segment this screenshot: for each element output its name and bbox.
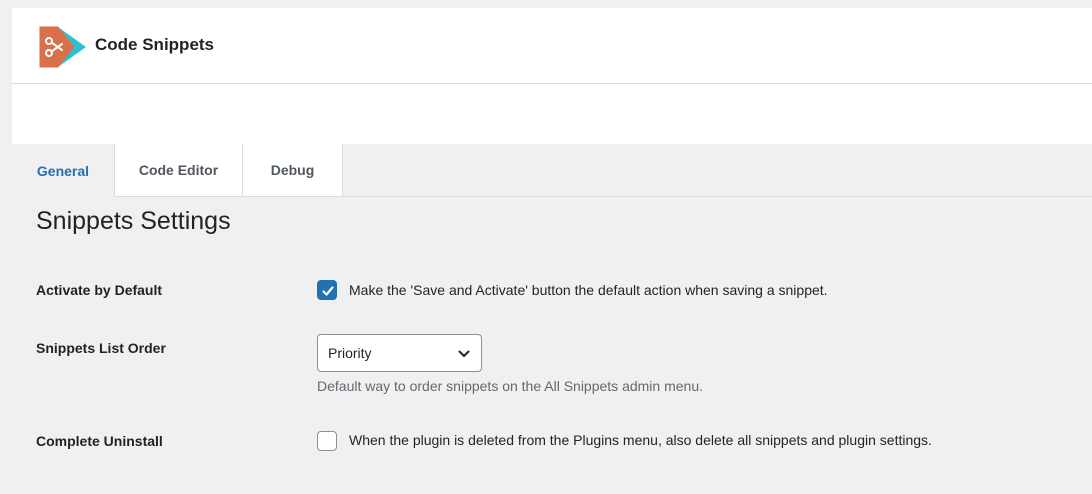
chevron-down-icon (458, 350, 470, 357)
select-value: Priority (328, 345, 372, 361)
activate-by-default-description: Make the 'Save and Activate' button the … (349, 282, 828, 298)
complete-uninstall-description: When the plugin is deleted from the Plug… (349, 432, 932, 448)
tab-debug[interactable]: Debug (243, 144, 343, 197)
scissors-logo-icon (39, 26, 86, 68)
snippets-list-order-select[interactable]: Priority (317, 334, 482, 372)
tab-code-editor[interactable]: Code Editor (115, 144, 243, 197)
plugin-header: Code Snippets (12, 8, 1092, 84)
settings-tabs: General Code Editor Debug (12, 144, 343, 197)
tabs-divider (343, 196, 1092, 197)
header-spacer (12, 84, 1092, 144)
snippets-list-order-description: Default way to order snippets on the All… (317, 378, 703, 394)
activate-by-default-label: Activate by Default (36, 282, 163, 298)
checkmark-icon (322, 286, 334, 296)
snippets-list-order-label: Snippets List Order (36, 340, 166, 356)
tab-general[interactable]: General (12, 144, 115, 197)
complete-uninstall-label: Complete Uninstall (36, 433, 163, 449)
activate-by-default-checkbox[interactable] (317, 280, 337, 300)
top-strip (0, 0, 1092, 8)
complete-uninstall-checkbox[interactable] (317, 431, 337, 451)
page-title: Snippets Settings (36, 207, 231, 235)
brand-name: Code Snippets (95, 35, 215, 54)
